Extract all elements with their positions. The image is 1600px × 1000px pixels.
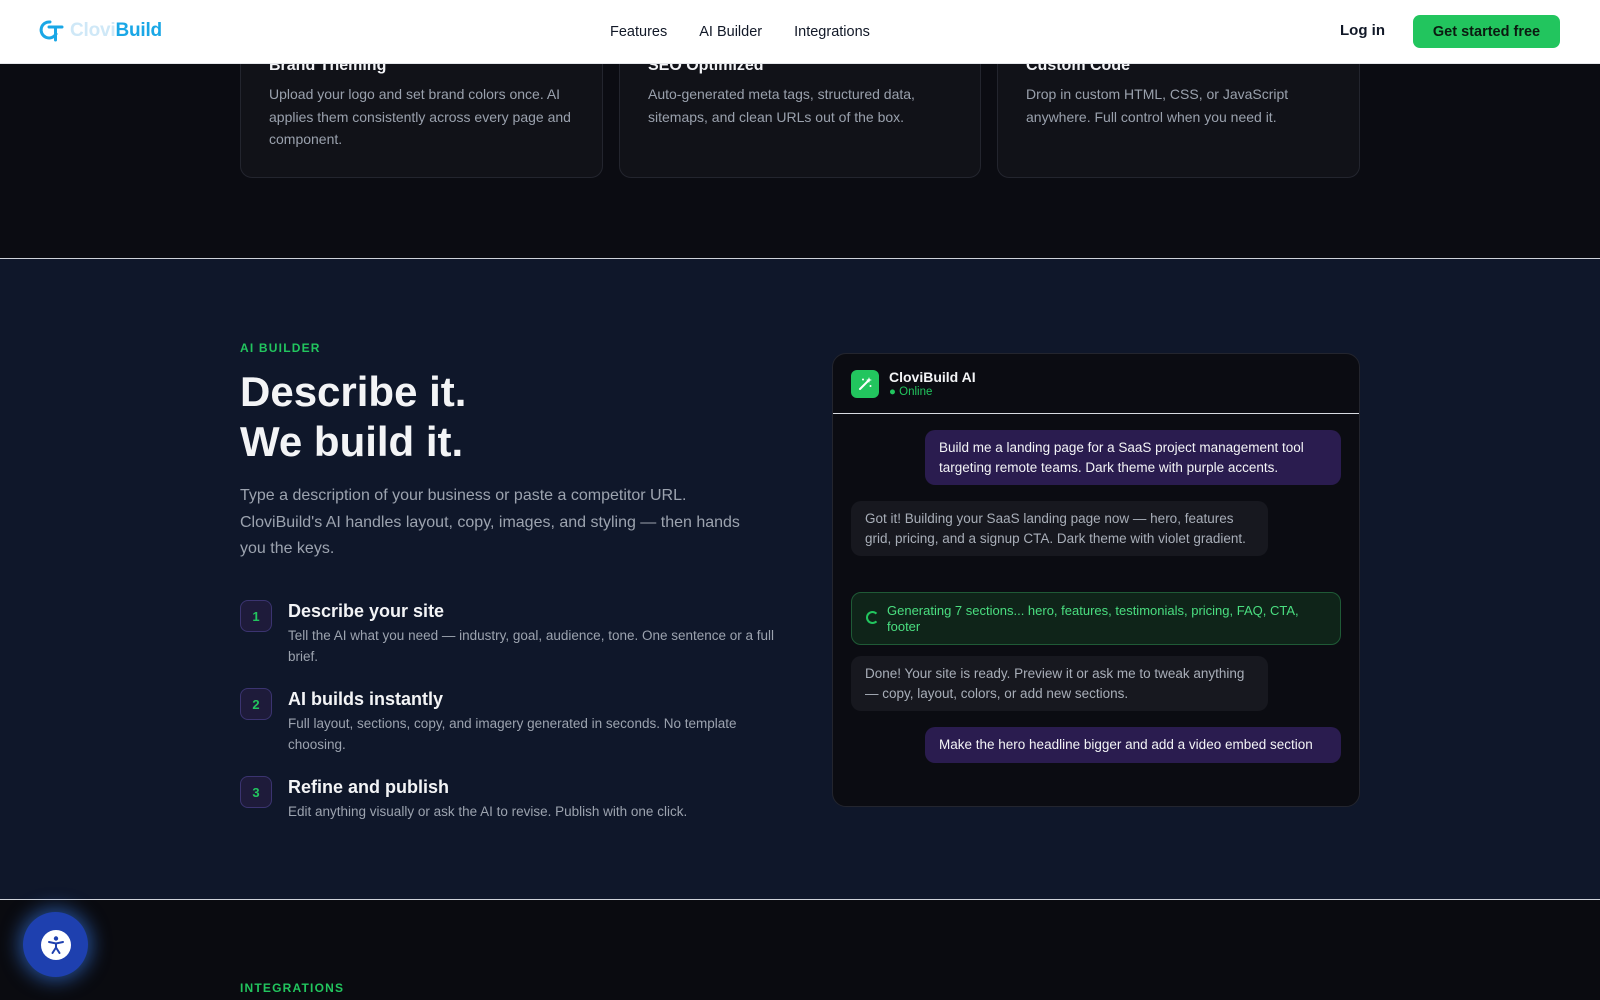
step-title: AI builds instantly bbox=[288, 689, 444, 709]
accessibility-button[interactable] bbox=[23, 912, 88, 977]
section-eyebrow: AI BUILDER bbox=[240, 341, 321, 355]
chat-header: CloviBuild AI ● Online bbox=[833, 354, 1359, 414]
step-number: 2 bbox=[240, 688, 272, 720]
step-desc: Full layout, sections, copy, and imagery… bbox=[288, 716, 737, 752]
chat-message-user: Build me a landing page for a SaaS proje… bbox=[925, 430, 1341, 485]
feature-desc: Auto-generated meta tags, structured dat… bbox=[648, 86, 915, 125]
nav-link-features[interactable]: Features bbox=[610, 24, 667, 40]
chat-message-ai: Done! Your site is ready. Preview it or … bbox=[851, 656, 1268, 711]
ai-builder-section: AI BUILDER Describe it. We build it. Typ… bbox=[0, 259, 1600, 900]
logo[interactable]: CloviBuild bbox=[38, 18, 162, 44]
feature-desc: Upload your logo and set brand colors on… bbox=[269, 86, 571, 147]
logo-text: CloviBuild bbox=[70, 20, 162, 41]
get-started-button[interactable]: Get started free bbox=[1413, 15, 1560, 48]
accessibility-icon bbox=[40, 929, 71, 960]
clovibuild-logo-icon bbox=[39, 20, 64, 42]
ai-chat-panel: CloviBuild AI ● Online Build me a landin… bbox=[832, 353, 1360, 807]
nav-link-integrations[interactable]: Integrations bbox=[794, 24, 870, 40]
generating-text: Generating 7 sections... hero, features,… bbox=[887, 603, 1299, 634]
chat-assistant-name: CloviBuild AI bbox=[889, 369, 976, 385]
nav-links: Features AI Builder Integrations bbox=[610, 0, 870, 64]
integrations-section: INTEGRATIONS bbox=[0, 900, 1600, 1000]
step-number: 1 bbox=[240, 600, 272, 632]
section-headline: Describe it. We build it. bbox=[240, 367, 466, 467]
chat-generating-status: Generating 7 sections... hero, features,… bbox=[851, 592, 1341, 645]
chat-online-status: ● Online bbox=[889, 386, 933, 398]
feature-desc: Drop in custom HTML, CSS, or JavaScript … bbox=[1026, 86, 1289, 125]
step-desc: Tell the AI what you need — industry, go… bbox=[288, 628, 775, 664]
section-lead: Type a description of your business or p… bbox=[240, 487, 740, 557]
chat-message-ai: Got it! Building your SaaS landing page … bbox=[851, 501, 1268, 556]
step-title: Refine and publish bbox=[288, 777, 450, 797]
step-title: Describe your site bbox=[288, 601, 445, 621]
step-desc: Edit anything visually or ask the AI to … bbox=[288, 804, 688, 819]
headline-line-1: Describe it. bbox=[240, 368, 467, 415]
magic-wand-icon bbox=[851, 370, 879, 398]
nav-link-ai-builder[interactable]: AI Builder bbox=[699, 24, 762, 40]
top-nav: CloviBuild Features AI Builder Integrati… bbox=[0, 0, 1600, 64]
chat-message-user: Make the hero headline bigger and add a … bbox=[925, 727, 1341, 763]
spinner-icon bbox=[866, 611, 879, 624]
section-eyebrow: INTEGRATIONS bbox=[240, 981, 345, 995]
headline-line-2: We build it. bbox=[240, 418, 464, 465]
step-number: 3 bbox=[240, 776, 272, 808]
login-link[interactable]: Log in bbox=[1340, 22, 1385, 39]
